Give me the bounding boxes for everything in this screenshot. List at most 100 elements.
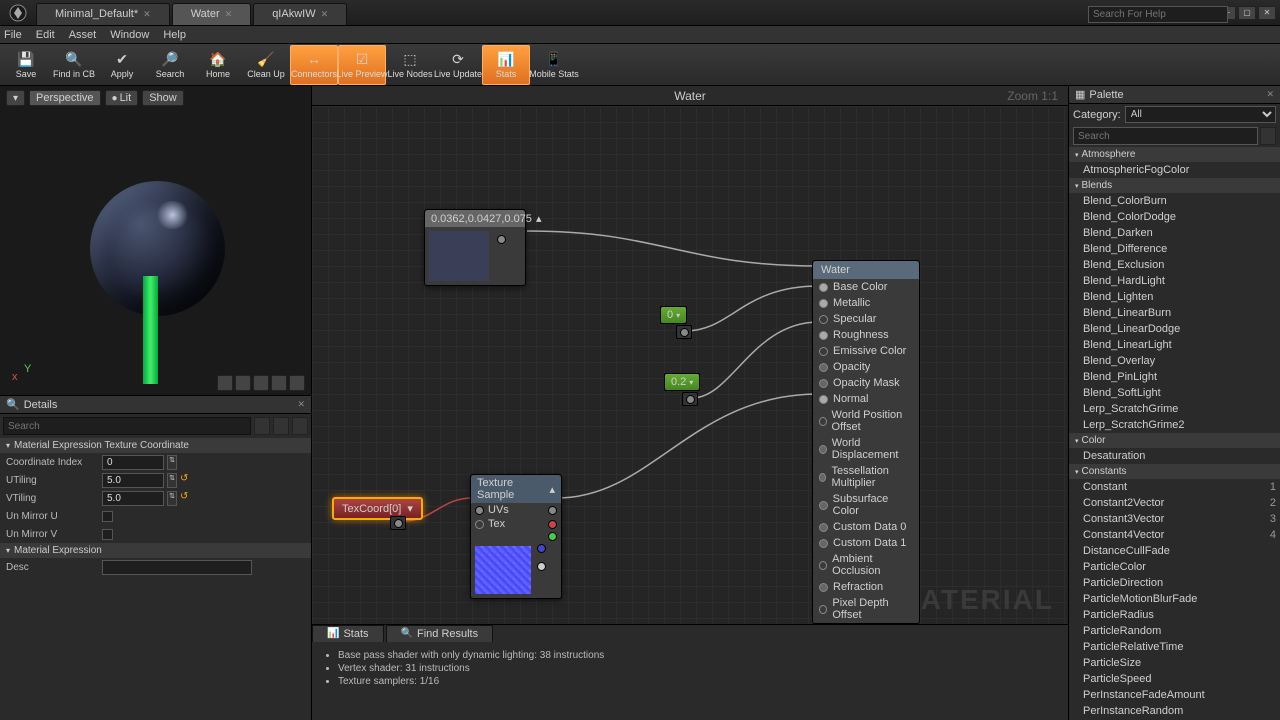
pin-specular[interactable]: Specular [813, 311, 919, 327]
menu-window[interactable]: Window [110, 29, 149, 41]
node-constant-0[interactable]: 0▾ [660, 306, 687, 324]
search-icon[interactable] [254, 417, 270, 435]
palette-item[interactable]: Lerp_ScratchGrime2 [1069, 417, 1280, 433]
palette-item[interactable]: Blend_ColorDodge [1069, 209, 1280, 225]
un-mirror-v-checkbox[interactable] [102, 529, 113, 540]
output-pin-a[interactable] [537, 562, 546, 571]
reset-icon[interactable]: ↺ [180, 473, 192, 488]
lit-mode-button[interactable]: ● Lit [105, 90, 139, 106]
palette-item[interactable]: Constant3Vector3 [1069, 511, 1280, 527]
search-icon[interactable] [1260, 127, 1276, 145]
palette-item[interactable]: ParticleColor [1069, 559, 1280, 575]
output-pin-rgb[interactable] [548, 506, 557, 515]
chevron-down-icon[interactable]: ▾ [407, 502, 413, 515]
input-pin-tex[interactable] [475, 520, 484, 529]
tab-stats[interactable]: 📊 Stats [312, 625, 384, 643]
vtiling-input[interactable] [102, 491, 164, 506]
pin-ambient-occlusion[interactable]: Ambient Occlusion [813, 551, 919, 579]
palette-item[interactable]: Blend_HardLight [1069, 273, 1280, 289]
palette-item[interactable]: Blend_Lighten [1069, 289, 1280, 305]
eye-icon[interactable] [292, 417, 308, 435]
palette-category-constants[interactable]: Constants [1069, 464, 1280, 479]
palette-item[interactable]: Constant4Vector4 [1069, 527, 1280, 543]
palette-category-blends[interactable]: Blends [1069, 178, 1280, 193]
menu-help[interactable]: Help [163, 29, 186, 41]
constant-02-output[interactable] [682, 392, 698, 406]
palette-tab[interactable]: ▦ Palette ✕ [1069, 86, 1280, 104]
details-tab[interactable]: 🔍 Details ✕ [0, 396, 311, 414]
palette-item[interactable]: ParticleSpeed [1069, 671, 1280, 687]
shape-cylinder-icon[interactable] [235, 375, 251, 391]
pin-normal[interactable]: Normal [813, 391, 919, 407]
palette-item[interactable]: DistanceCullFade [1069, 543, 1280, 559]
palette-item[interactable]: AtmosphericFogColor [1069, 162, 1280, 178]
menu-edit[interactable]: Edit [36, 29, 55, 41]
pin-roughness[interactable]: Roughness [813, 327, 919, 343]
palette-item[interactable]: Blend_Exclusion [1069, 257, 1280, 273]
toolbar-connectors[interactable]: ↔Connectors [290, 45, 338, 85]
palette-item[interactable]: Blend_LinearBurn [1069, 305, 1280, 321]
output-pin-g[interactable] [548, 532, 557, 541]
output-pin-r[interactable] [548, 520, 557, 529]
palette-category-atmosphere[interactable]: Atmosphere [1069, 147, 1280, 162]
viewport-options-button[interactable]: ▾ [6, 90, 25, 106]
palette-item[interactable]: Lerp_ScratchGrime [1069, 401, 1280, 417]
toolbar-live-nodes[interactable]: ⬚Live Nodes [386, 45, 434, 85]
menu-file[interactable]: File [4, 29, 22, 41]
close-icon[interactable]: ✕ [225, 9, 233, 20]
node-texture-sample[interactable]: Texture Sample▴ UVs Tex [470, 474, 562, 599]
node-texcoord[interactable]: TexCoord[0]▾ [332, 497, 423, 520]
details-search-input[interactable] [3, 417, 251, 435]
tab-find-results[interactable]: 🔍 Find Results [386, 625, 494, 643]
tab-minimal-default[interactable]: Minimal_Default*✕ [36, 3, 170, 25]
toolbar-live-update[interactable]: ⟳Live Update [434, 45, 482, 85]
maximize-button[interactable]: ▢ [1238, 6, 1256, 20]
palette-search-input[interactable] [1073, 127, 1258, 145]
category-texcoord[interactable]: Material Expression Texture Coordinate [0, 438, 311, 453]
toolbar-find-in-cb[interactable]: 🔍Find in CB [50, 45, 98, 85]
coordinate-index-input[interactable] [102, 455, 164, 470]
tab-qiakwiw[interactable]: qIAkwIW✕ [253, 3, 347, 25]
shape-sphere-icon[interactable] [217, 375, 233, 391]
palette-item[interactable]: ParticleRadius [1069, 607, 1280, 623]
chevron-down-icon[interactable]: ▾ [676, 311, 680, 320]
desc-input[interactable] [102, 560, 252, 575]
palette-item[interactable]: Blend_SoftLight [1069, 385, 1280, 401]
material-graph[interactable]: MATERIAL 0.0362,0.0427,0.075▴ 0▾ 0.2▾ Te… [312, 106, 1068, 624]
palette-list[interactable]: AtmosphereAtmosphericFogColorBlends Blend… [1069, 147, 1280, 720]
category-select[interactable]: All [1125, 106, 1276, 123]
shape-plane-icon[interactable] [253, 375, 269, 391]
output-pin[interactable] [497, 235, 506, 244]
node-color-constant[interactable]: 0.0362,0.0427,0.075▴ [424, 209, 526, 286]
close-icon[interactable]: ✕ [143, 9, 151, 20]
chevron-down-icon[interactable]: ▾ [689, 378, 693, 387]
palette-item[interactable]: ParticleDirection [1069, 575, 1280, 591]
pin-world-position-offset[interactable]: World Position Offset [813, 407, 919, 435]
palette-item[interactable]: ParticleMotionBlurFade [1069, 591, 1280, 607]
tab-water[interactable]: Water✕ [172, 3, 251, 25]
shape-cube-icon[interactable] [271, 375, 287, 391]
pin-metallic[interactable]: Metallic [813, 295, 919, 311]
output-pin-b[interactable] [537, 544, 546, 553]
palette-item[interactable]: ParticleRandom [1069, 623, 1280, 639]
toolbar-save[interactable]: 💾Save [2, 45, 50, 85]
close-icon[interactable]: ✕ [321, 9, 329, 20]
palette-item[interactable]: Blend_LinearDodge [1069, 321, 1280, 337]
spinner-icon[interactable]: ⇅ [167, 455, 177, 470]
palette-item[interactable]: PerInstanceRandom [1069, 703, 1280, 719]
menu-asset[interactable]: Asset [69, 29, 97, 41]
constant-0-output[interactable] [676, 325, 692, 339]
toolbar-apply[interactable]: ✔Apply [98, 45, 146, 85]
help-search-input[interactable] [1088, 6, 1228, 23]
spinner-icon[interactable]: ⇅ [167, 473, 177, 488]
palette-item[interactable]: ParticleRelativeTime [1069, 639, 1280, 655]
palette-item[interactable]: Constant1 [1069, 479, 1280, 495]
palette-item[interactable]: PerInstanceFadeAmount [1069, 687, 1280, 703]
pin-emissive-color[interactable]: Emissive Color [813, 343, 919, 359]
utiling-input[interactable] [102, 473, 164, 488]
palette-item[interactable]: Blend_Darken [1069, 225, 1280, 241]
perspective-button[interactable]: Perspective [29, 90, 100, 106]
pin-base-color[interactable]: Base Color [813, 279, 919, 295]
toolbar-live-preview[interactable]: ☑Live Preview [338, 45, 386, 85]
show-button[interactable]: Show [142, 90, 184, 106]
